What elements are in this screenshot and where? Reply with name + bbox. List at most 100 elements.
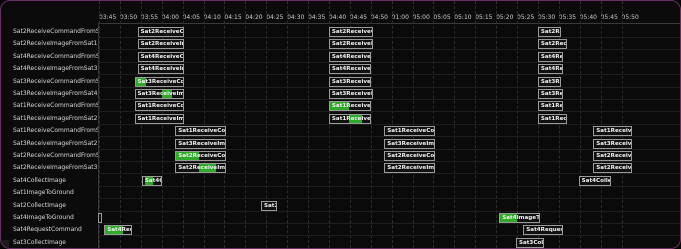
task-bar[interactable]: Sat2ReceiveComma xyxy=(537,27,561,37)
task-bar[interactable]: Sat4ReceiveImage xyxy=(537,64,563,75)
row-divider xyxy=(98,99,680,100)
row-label-column: Sat2ReceiveCommandFromSat1 Sat2ReceiveIma… xyxy=(1,23,99,248)
task-bar-label: Sat1ReceiveImageF xyxy=(137,115,183,122)
time-tick-label: 04:10 xyxy=(203,14,221,21)
task-bar[interactable]: Sat2ReceiveComma xyxy=(137,27,184,37)
row-label: Sat3ReceiveCommandFromSat4 xyxy=(13,77,98,85)
time-tick-label: 05:20 xyxy=(496,14,514,21)
time-tick-label: 05:40 xyxy=(579,14,597,21)
task-bar-label: Sat3ReceiveImageF xyxy=(137,91,183,97)
task-bar[interactable]: Sat2ReceiveImageI xyxy=(175,163,227,174)
task-bar[interactable]: Sat2ReceiveComma xyxy=(328,27,373,37)
task-bar-label: Sat2ReceiveComma xyxy=(178,153,226,159)
task-bar[interactable]: Sat4CollectIma xyxy=(141,175,162,186)
task-bar-label: Sat4RequestCom xyxy=(526,227,563,234)
row-divider xyxy=(98,123,680,125)
task-bar[interactable]: Sat2ReceiveImageI xyxy=(384,163,436,174)
task-bar[interactable]: Sat4RequestCom xyxy=(523,225,563,236)
task-bar-label: Sat1ReceiveComma xyxy=(540,103,563,110)
row-divider xyxy=(98,210,680,212)
task-bar[interactable]: Sat2ReceiveComma xyxy=(384,151,436,161)
task-bar[interactable]: Sat1ReceiveImageF xyxy=(328,113,371,124)
time-tick-label: 04:15 xyxy=(224,14,242,21)
row-divider xyxy=(98,148,680,150)
task-bar[interactable]: Sat2ReceiveComma xyxy=(593,151,632,161)
time-tick-label: 03:55 xyxy=(140,14,159,21)
row-label: Sat4CollectImage xyxy=(13,176,66,184)
task-bar[interactable]: Sat3ReceiveImageI xyxy=(593,138,632,149)
task-bar[interactable]: Sat4Reque xyxy=(104,225,133,236)
row-divider xyxy=(98,235,680,237)
task-bar-label: Sat2ReceiveImageF xyxy=(140,41,183,48)
time-tick-label: 04:40 xyxy=(328,14,347,21)
row-divider xyxy=(98,74,680,76)
time-tick-label: 04:45 xyxy=(349,14,368,21)
task-bar-label: Sat3ReceiveComma xyxy=(540,78,560,85)
task-bar-label: Sat1ReceiveComma xyxy=(178,128,226,135)
time-tick-label: 05:05 xyxy=(433,14,451,21)
task-bar[interactable]: Sat2ReceiveImageF xyxy=(537,39,568,50)
task-bar[interactable]: Sat3ReceiveComma xyxy=(537,76,561,87)
time-tick-label: 04:50 xyxy=(370,14,388,21)
task-bar-label: Sat3ReceiveComma xyxy=(331,78,371,85)
timeline-area[interactable]: 03:45 03:50 03:55 04:00 04:05 04:10 04:15 04:20… xyxy=(98,1,680,248)
task-bar[interactable]: Sat1ReceiveComma xyxy=(537,101,563,112)
task-bar[interactable]: Sat1ReceiveComma xyxy=(593,126,632,137)
row-divider xyxy=(98,49,680,51)
task-bar[interactable]: Sat3ReceiveComma xyxy=(328,76,371,87)
task-bar[interactable]: Sat2ReceiveImageI xyxy=(593,163,632,174)
row-label: Sat3ReceiveImageFromSat4 xyxy=(13,90,98,97)
time-tick-label: 05:35 xyxy=(558,14,577,21)
task-bar[interactable]: Sat4ReceiveComma xyxy=(537,51,563,62)
task-bar[interactable]: Sat3ReceiveImageF xyxy=(134,89,184,99)
time-tick-label: 04:35 xyxy=(308,14,326,21)
task-bar[interactable]: Sat4ReceiveImageI xyxy=(328,64,371,75)
task-bar[interactable]: Sat3ReceiveComma xyxy=(134,76,184,87)
time-tick-label: 05:10 xyxy=(454,14,472,21)
task-bar[interactable]: Sat4ImageToGround xyxy=(499,213,540,223)
time-axis-header: 03:45 03:50 03:55 04:00 04:05 04:10 04:15 04:20… xyxy=(98,1,680,24)
task-bar[interactable]: Sat1ReceiveComma xyxy=(384,126,436,137)
time-tick-label: 04:20 xyxy=(245,14,263,21)
row-divider xyxy=(98,136,680,138)
task-bar-label: Sat2ReceiveComma xyxy=(387,153,435,159)
row-divider xyxy=(98,185,680,187)
task-bar[interactable]: Sat4 xyxy=(98,213,102,223)
task-bar-label: Sat1ReceiveComma xyxy=(387,128,435,135)
task-bar[interactable]: Sat3ReceiveImage xyxy=(537,89,563,99)
task-bar[interactable]: Sat3CollectIma xyxy=(515,237,545,248)
task-bar-label: Sat2ReceiveImageF xyxy=(540,41,567,48)
task-bar[interactable]: Sat4ReceiveImageF xyxy=(137,64,184,75)
task-bar[interactable]: Sat1ReceiveComma xyxy=(134,101,184,112)
task-bar-label: Sat2ReceiveImageI xyxy=(596,165,632,172)
time-tick-label: 05:30 xyxy=(537,14,556,21)
task-bar[interactable]: Sat4ReceiveComma xyxy=(328,51,371,62)
row-label: Sat4ImageToGround xyxy=(13,214,74,221)
task-bar[interactable]: Sat4CollectIm xyxy=(578,175,612,186)
task-bar[interactable]: Sat1ReceiveComma xyxy=(328,101,371,112)
task-bar[interactable]: Sat3ReceiveImageI xyxy=(384,138,436,149)
time-tick-label: 05:00 xyxy=(412,14,430,21)
task-bar-label: Sat2ReceiveImageI xyxy=(178,165,226,172)
task-bar-label: Sat4 xyxy=(101,215,102,221)
task-bar[interactable]: Sat3ReceiveImageI xyxy=(328,89,373,99)
task-bar[interactable]: Sat1ReceiveComma xyxy=(175,126,227,137)
task-bar-label: Sat4CollectIma xyxy=(144,177,161,184)
task-bar-label: Sat2Coll xyxy=(263,202,276,209)
task-bar-label: Sat3ReceiveImageI xyxy=(596,140,632,147)
row-label: Sat3CollectImage xyxy=(13,238,66,246)
task-bar[interactable]: Sat4ReceiveComma xyxy=(137,51,184,62)
row-divider xyxy=(98,111,680,113)
task-bar[interactable]: Sat2ReceiveComma xyxy=(175,151,227,161)
row-label: Sat2ReceiveCommandFromSat3 xyxy=(13,152,98,159)
scroll-corner[interactable] xyxy=(1,240,9,248)
task-bar-label: Sat2ReceiveComma xyxy=(331,29,372,35)
task-bar[interactable]: Sat2ReceiveImageF xyxy=(328,39,373,50)
task-bar[interactable]: Sat1ReceiveImageF xyxy=(134,113,184,124)
task-bar-label: Sat4ReceiveImageI xyxy=(331,66,371,73)
task-bar[interactable]: Sat2ReceiveImageF xyxy=(137,39,184,50)
task-bar[interactable]: Sat1ReceiveImageF xyxy=(537,113,568,124)
task-bar[interactable]: Sat2Coll xyxy=(260,200,277,211)
task-bar[interactable]: Sat3ReceiveImageI xyxy=(175,138,227,149)
task-bar-label: Sat1ReceiveImageF xyxy=(331,115,371,122)
